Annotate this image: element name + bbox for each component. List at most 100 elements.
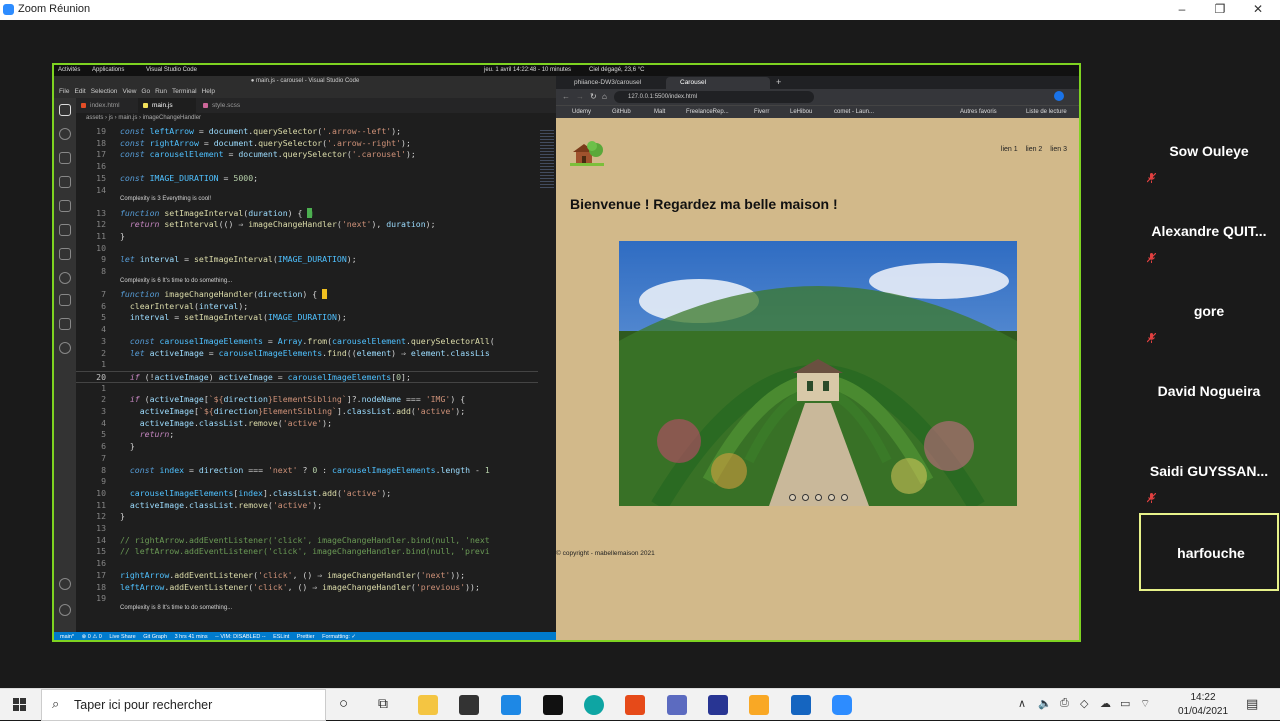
docker-icon[interactable] bbox=[59, 248, 71, 260]
status-problems[interactable]: ⊗ 0 ⚠ 0 bbox=[82, 634, 102, 640]
meet-now-icon[interactable]: ⎙ bbox=[1060, 697, 1069, 710]
house-logo-icon[interactable] bbox=[570, 140, 604, 166]
nav-link-1[interactable]: lien 1 bbox=[1001, 146, 1018, 153]
zoom-taskbar-icon[interactable] bbox=[832, 695, 852, 715]
mail-icon[interactable] bbox=[501, 695, 521, 715]
notion-icon[interactable] bbox=[543, 695, 563, 715]
participant-name: Alexandre QUIT... bbox=[1151, 223, 1267, 239]
status-prettier[interactable]: Prettier bbox=[297, 634, 315, 640]
snip-icon[interactable] bbox=[667, 695, 687, 715]
status-branch[interactable]: main* bbox=[60, 634, 74, 640]
explorer-icon[interactable] bbox=[59, 104, 71, 116]
menu-file[interactable]: File bbox=[59, 86, 69, 98]
muted-mic-icon bbox=[1147, 493, 1156, 503]
cortana-icon[interactable]: ○ bbox=[339, 695, 348, 712]
menu-help[interactable]: Help bbox=[202, 86, 215, 98]
carousel-dot[interactable] bbox=[814, 494, 822, 501]
editor-tab[interactable]: style.scss bbox=[198, 98, 256, 113]
minimize-icon[interactable]: – bbox=[1172, 2, 1192, 16]
carousel-dot[interactable] bbox=[827, 494, 835, 501]
onedrive-icon[interactable]: ☁ bbox=[1100, 697, 1111, 710]
active-app-label: Visual Studio Code bbox=[146, 67, 197, 73]
app-icon[interactable] bbox=[791, 695, 811, 715]
back-icon[interactable]: ← bbox=[562, 92, 570, 101]
browser-tab-carousel[interactable]: Carousel bbox=[666, 77, 770, 89]
notifications-icon[interactable]: ▤ bbox=[1246, 696, 1258, 712]
windows-start-icon[interactable] bbox=[13, 698, 27, 712]
edge-icon[interactable] bbox=[584, 695, 604, 715]
git-graph-icon[interactable] bbox=[59, 294, 71, 306]
nav-link-3[interactable]: lien 3 bbox=[1050, 146, 1067, 153]
maximize-icon[interactable]: ❐ bbox=[1210, 2, 1230, 16]
nav-link-2[interactable]: lien 2 bbox=[1026, 146, 1043, 153]
applications-menu[interactable]: Applications bbox=[92, 67, 124, 73]
carousel-dot[interactable] bbox=[788, 494, 796, 501]
participant-tile[interactable]: gore bbox=[1139, 273, 1279, 351]
dropbox-icon[interactable]: ◇ bbox=[1080, 697, 1088, 710]
python-icon[interactable] bbox=[749, 695, 769, 715]
status-liveshare[interactable]: Live Share bbox=[109, 634, 135, 640]
office-icon[interactable] bbox=[625, 695, 645, 715]
status-formatting[interactable]: Formatting: ✓ bbox=[322, 634, 356, 640]
status-eslint[interactable]: ESLint bbox=[273, 634, 289, 640]
menu-view[interactable]: View bbox=[122, 86, 136, 98]
activities-button[interactable]: Activités bbox=[58, 67, 80, 73]
menu-edit[interactable]: Edit bbox=[74, 86, 85, 98]
reload-icon[interactable]: ↻ bbox=[590, 92, 597, 101]
participant-tile[interactable]: Saidi GUYSSAN... bbox=[1139, 433, 1279, 511]
editor-tab[interactable]: index.html bbox=[76, 98, 134, 113]
clock-time: 14:22 bbox=[1190, 692, 1216, 703]
carousel-dot[interactable] bbox=[840, 494, 848, 501]
remote-explorer-icon[interactable] bbox=[59, 200, 71, 212]
virtualbox-icon[interactable] bbox=[708, 695, 728, 715]
gear-icon[interactable] bbox=[59, 604, 71, 616]
participant-name: Saidi GUYSSAN... bbox=[1149, 463, 1269, 479]
forward-icon[interactable]: → bbox=[576, 92, 584, 101]
minimap[interactable] bbox=[538, 124, 556, 632]
taskbar-search-input[interactable]: Taper ici pour rechercher bbox=[41, 689, 326, 721]
new-tab-icon[interactable]: + bbox=[776, 77, 781, 87]
browser-window: phiiance-DW3/carousel Carousel + ← → ↻ ⌂… bbox=[556, 76, 1079, 640]
participant-tile[interactable]: David Nogueira bbox=[1139, 353, 1279, 431]
menu-go[interactable]: Go bbox=[141, 86, 150, 98]
task-view-icon[interactable]: ⧉ bbox=[378, 695, 388, 712]
clock-date: 01/04/2021 bbox=[1177, 706, 1229, 717]
run-debug-icon[interactable] bbox=[59, 176, 71, 188]
url-input[interactable]: 127.0.0.1:5500/index.html bbox=[614, 91, 814, 103]
menu-run[interactable]: Run bbox=[155, 86, 167, 98]
menu-selection[interactable]: Selection bbox=[91, 86, 118, 98]
taskbar-clock[interactable]: 14:22 01/04/2021 bbox=[1168, 691, 1238, 719]
editor-tabs: index.html main.js style.scss bbox=[76, 98, 556, 113]
extensions-icon[interactable] bbox=[59, 224, 71, 236]
network-icon[interactable]: ⌔ bbox=[1140, 697, 1150, 711]
status-gitgraph[interactable]: Git Graph bbox=[143, 634, 167, 640]
code-editor[interactable]: 19 const leftArrow = document.querySelect… bbox=[76, 124, 556, 632]
browser-tab-github[interactable]: phiiance-DW3/carousel bbox=[560, 77, 656, 89]
carousel-dots bbox=[619, 488, 1017, 501]
timeline-icon[interactable] bbox=[59, 342, 71, 354]
vscode-title: ● main.js - carousel - Visual Studio Cod… bbox=[54, 76, 556, 86]
store-icon[interactable] bbox=[459, 695, 479, 715]
tray-chevron-icon[interactable]: ∧ bbox=[1018, 697, 1026, 710]
source-control-icon[interactable] bbox=[59, 152, 71, 164]
participant-tile[interactable]: Alexandre QUIT... bbox=[1139, 193, 1279, 271]
search-icon[interactable] bbox=[59, 128, 71, 140]
participant-tile[interactable]: harfouche bbox=[1139, 513, 1279, 591]
participant-tile[interactable]: Sow Ouleye bbox=[1139, 113, 1279, 191]
home-icon[interactable]: ⌂ bbox=[602, 92, 607, 101]
menu-terminal[interactable]: Terminal bbox=[172, 86, 197, 98]
gitlens-icon[interactable] bbox=[59, 318, 71, 330]
volume-icon[interactable]: 🔈 bbox=[1038, 697, 1052, 710]
account-icon[interactable] bbox=[59, 578, 71, 590]
close-icon[interactable]: ✕ bbox=[1248, 2, 1268, 16]
file-explorer-icon[interactable] bbox=[418, 695, 438, 715]
datetime-label[interactable]: jeu. 1 avril 14:22:48 - 10 minutes bbox=[484, 67, 571, 73]
battery-icon[interactable]: ▭ bbox=[1120, 697, 1130, 710]
live-share-icon[interactable] bbox=[59, 272, 71, 284]
profile-avatar[interactable] bbox=[1054, 91, 1064, 101]
editor-tab[interactable]: main.js bbox=[138, 98, 196, 113]
carousel-dot[interactable] bbox=[801, 494, 809, 501]
image-carousel[interactable] bbox=[619, 241, 1017, 506]
weather-label[interactable]: Ciel dégagé, 23,6 °C bbox=[589, 67, 644, 73]
breadcrumb[interactable]: assets › js › main.js › imageChangeHandl… bbox=[76, 113, 556, 124]
